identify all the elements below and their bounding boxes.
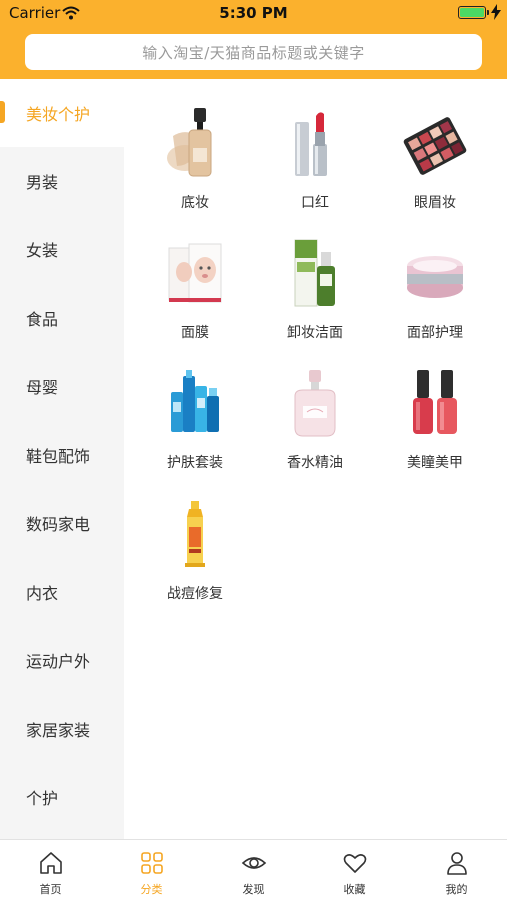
tab-label: 分类 bbox=[140, 883, 163, 896]
sidebar-item-label: 内衣 bbox=[26, 584, 59, 603]
tab-label: 发现 bbox=[242, 883, 265, 896]
sidebar-item-label: 美妆个护 bbox=[26, 105, 91, 124]
tab-label: 首页 bbox=[39, 883, 62, 896]
sidebar-item-label: 母婴 bbox=[26, 378, 59, 397]
sidebar-item-label: 食品 bbox=[26, 310, 59, 329]
nail-polish-icon bbox=[413, 370, 457, 434]
tab-discover[interactable]: 发现 bbox=[203, 840, 304, 900]
tab-home[interactable]: 首页 bbox=[0, 840, 101, 900]
eye-icon bbox=[241, 857, 267, 869]
foundation-bottle-icon bbox=[167, 108, 212, 177]
perfume-bottle-icon bbox=[294, 370, 336, 437]
search-input[interactable]: 输入淘宝/天猫商品标题或关键字 bbox=[25, 34, 482, 70]
grid-icon bbox=[141, 852, 163, 874]
sidebar-item-baby[interactable]: 母婴 bbox=[0, 352, 124, 420]
sidebar-item-label: 男装 bbox=[26, 173, 59, 192]
category-eye-makeup[interactable]: 眼眉妆 bbox=[375, 106, 495, 226]
battery-cap bbox=[487, 10, 489, 15]
clock-time: 5:30 PM bbox=[219, 4, 288, 22]
tab-favorites[interactable]: 收藏 bbox=[304, 840, 405, 900]
category-label: 护肤套装 bbox=[167, 455, 223, 471]
sidebar-item-electronics[interactable]: 数码家电 bbox=[0, 489, 124, 557]
lipstick-icon bbox=[295, 112, 327, 176]
category-label: 眼眉妆 bbox=[414, 195, 456, 211]
heart-icon bbox=[343, 854, 367, 873]
category-foundation[interactable]: 底妆 bbox=[135, 106, 255, 226]
category-skincare-set[interactable]: 护肤套装 bbox=[135, 366, 255, 486]
sidebar-item-label: 鞋包配饰 bbox=[26, 447, 91, 466]
category-perfume[interactable]: 香水精油 bbox=[255, 366, 375, 486]
category-label: 卸妆洁面 bbox=[287, 325, 343, 341]
category-face-mask[interactable]: 面膜 bbox=[135, 236, 255, 356]
category-nail[interactable]: 美瞳美甲 bbox=[375, 366, 495, 486]
category-label: 面膜 bbox=[181, 325, 209, 341]
sidebar-item-label: 个护 bbox=[26, 789, 59, 808]
cream-jar-icon bbox=[407, 256, 463, 298]
category-sidebar: 美妆个护 男装 女装 食品 母婴 鞋包配饰 数码家电 内衣 运动户外 家居家装 … bbox=[0, 79, 124, 839]
sidebar-item-label: 数码家电 bbox=[26, 515, 91, 534]
sidebar-item-label: 女装 bbox=[26, 241, 59, 260]
sidebar-item-underwear[interactable]: 内衣 bbox=[0, 558, 124, 626]
tab-label: 我的 bbox=[445, 883, 468, 896]
battery-icon bbox=[458, 6, 486, 19]
sidebar-item-sports[interactable]: 运动户外 bbox=[0, 626, 124, 694]
bottom-tab-bar: 首页 分类 发现 收藏 我的 bbox=[0, 839, 507, 900]
category-facial-care[interactable]: 面部护理 bbox=[375, 236, 495, 356]
category-label: 面部护理 bbox=[407, 325, 463, 341]
charging-bolt-icon bbox=[491, 4, 501, 24]
skincare-set-icon bbox=[171, 370, 219, 432]
sidebar-item-food[interactable]: 食品 bbox=[0, 284, 124, 352]
category-cleanser[interactable]: 卸妆洁面 bbox=[255, 236, 375, 356]
category-label: 底妆 bbox=[181, 195, 209, 211]
status-bar: Carrier 5:30 PM bbox=[0, 0, 507, 28]
sidebar-item-shoes-bags[interactable]: 鞋包配饰 bbox=[0, 421, 124, 489]
sidebar-item-home[interactable]: 家居家装 bbox=[0, 695, 124, 763]
category-label: 香水精油 bbox=[287, 455, 343, 471]
header-bar: Carrier 5:30 PM 输入淘宝/天猫商品标题或关键字 bbox=[0, 0, 507, 79]
category-lipstick[interactable]: 口红 bbox=[255, 106, 375, 226]
tab-category[interactable]: 分类 bbox=[101, 840, 202, 900]
user-icon bbox=[447, 852, 467, 875]
category-label: 美瞳美甲 bbox=[407, 455, 463, 471]
sidebar-item-womenswear[interactable]: 女装 bbox=[0, 215, 124, 283]
tab-mine[interactable]: 我的 bbox=[406, 840, 507, 900]
sidebar-item-menswear[interactable]: 男装 bbox=[0, 147, 124, 215]
cleanser-icon bbox=[294, 239, 335, 307]
acne-cream-tube-icon bbox=[185, 501, 205, 567]
category-acne-repair[interactable]: 战痘修复 bbox=[135, 497, 255, 617]
face-mask-icon bbox=[168, 243, 222, 303]
category-label: 战痘修复 bbox=[167, 586, 223, 602]
eyeshadow-palette-icon bbox=[403, 117, 467, 175]
tab-label: 收藏 bbox=[343, 883, 366, 896]
category-label: 口红 bbox=[301, 195, 329, 211]
home-icon bbox=[40, 852, 62, 874]
sidebar-item-label: 运动户外 bbox=[26, 652, 91, 671]
sidebar-item-beauty[interactable]: 美妆个护 bbox=[0, 79, 124, 147]
active-marker bbox=[0, 101, 5, 123]
sidebar-item-label: 家居家装 bbox=[26, 721, 91, 740]
sidebar-item-personal-care[interactable]: 个护 bbox=[0, 763, 124, 831]
